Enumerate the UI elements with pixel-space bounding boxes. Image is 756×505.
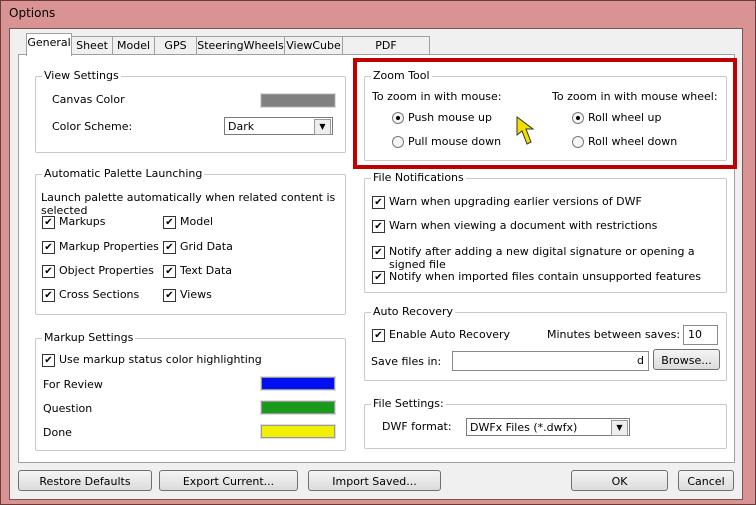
- checkbox-label: Markup Properties: [59, 240, 159, 253]
- checkbox[interactable]: ✔: [372, 196, 385, 209]
- checkbox[interactable]: ✔: [42, 241, 55, 254]
- checkbox-label: Notify when imported files contain unsup…: [389, 270, 701, 283]
- tab-sheet[interactable]: Sheet: [71, 36, 113, 55]
- cancel-button[interactable]: Cancel: [678, 470, 734, 491]
- minutes-label: Minutes between saves:: [547, 328, 681, 341]
- group-title: Automatic Palette Launching: [42, 167, 205, 180]
- group-title: Markup Settings: [42, 331, 136, 344]
- group-title: Auto Recovery: [371, 305, 456, 318]
- checkbox[interactable]: ✔: [372, 220, 385, 233]
- view-settings-group: View Settings Canvas Color Color Scheme:…: [35, 69, 346, 153]
- checkbox-label: Text Data: [180, 264, 233, 277]
- checkbox[interactable]: ✔: [372, 271, 385, 284]
- group-title: View Settings: [42, 69, 121, 82]
- canvas-color-swatch[interactable]: [260, 93, 336, 108]
- cursor-arrow-icon: [516, 116, 535, 145]
- checkbox-label: Cross Sections: [59, 288, 140, 301]
- group-title: File Settings:: [371, 397, 446, 410]
- palette-description: Launch palette automatically when relate…: [41, 191, 336, 217]
- tab-gps[interactable]: GPS: [154, 36, 197, 55]
- save-files-label: Save files in:: [371, 355, 442, 368]
- status-label-question: Question: [43, 402, 93, 415]
- tab-viewcube[interactable]: ViewCube: [284, 36, 343, 55]
- radio-label: Pull mouse down: [408, 135, 502, 148]
- export-current-button[interactable]: Export Current...: [159, 470, 298, 491]
- color-scheme-select[interactable]: Dark ▼: [224, 117, 333, 135]
- radio-label: Roll wheel up: [588, 111, 662, 124]
- radio-roll-wheel-up[interactable]: [572, 112, 584, 124]
- canvas-color-label: Canvas Color: [52, 93, 125, 106]
- radio-push-mouse-up[interactable]: [392, 112, 404, 124]
- checkbox-label: Views: [180, 288, 212, 301]
- checkbox[interactable]: ✔: [163, 216, 176, 229]
- radio-roll-wheel-down[interactable]: [572, 136, 584, 148]
- save-path-input[interactable]: d: [452, 351, 649, 371]
- radio-label: Roll wheel down: [588, 135, 678, 148]
- ok-button[interactable]: OK: [571, 470, 668, 491]
- checkbox-label: Warn when viewing a document with restri…: [389, 219, 658, 232]
- tab-steeringwheels[interactable]: SteeringWheels: [196, 36, 285, 55]
- color-scheme-label: Color Scheme:: [52, 120, 133, 133]
- enable-auto-recovery-label: Enable Auto Recovery: [389, 328, 511, 341]
- question-color-swatch[interactable]: [260, 400, 336, 415]
- done-color-swatch[interactable]: [260, 424, 336, 439]
- dwf-format-value: DWFx Files (*.dwfx): [470, 421, 578, 434]
- checkbox-label: Model: [180, 215, 214, 228]
- chevron-down-icon: ▼: [314, 119, 331, 135]
- checkbox-label: Grid Data: [180, 240, 233, 253]
- color-scheme-value: Dark: [228, 120, 255, 133]
- chevron-down-icon: ▼: [611, 420, 628, 436]
- markup-settings-group: Markup Settings ✔ Use markup status colo…: [35, 331, 346, 451]
- group-title: Zoom Tool: [371, 69, 432, 82]
- zoom-tool-group: Zoom Tool To zoom in with mouse: Push mo…: [364, 69, 727, 161]
- wheel-label: To zoom in with mouse wheel:: [552, 90, 718, 103]
- checkbox-label: Notify after adding a new digital signat…: [389, 245, 695, 271]
- status-color-checkbox[interactable]: ✔: [42, 354, 55, 367]
- checkbox[interactable]: ✔: [42, 265, 55, 278]
- checkbox-label: Warn when upgrading earlier versions of …: [389, 195, 642, 208]
- file-notifications-group: File Notifications ✔ Warn when upgrading …: [364, 171, 727, 293]
- radio-pull-mouse-down[interactable]: [392, 136, 404, 148]
- for-review-color-swatch[interactable]: [260, 376, 336, 391]
- browse-button[interactable]: Browse...: [653, 349, 720, 370]
- radio-label: Push mouse up: [408, 111, 492, 124]
- tab-pdf-conversion[interactable]: PDF Conversion: [342, 36, 430, 70]
- enable-auto-recovery-checkbox[interactable]: ✔: [372, 329, 385, 342]
- mouse-label: To zoom in with mouse:: [372, 90, 502, 103]
- dwf-format-select[interactable]: DWFx Files (*.dwfx) ▼: [466, 418, 630, 436]
- status-label-for-review: For Review: [43, 378, 103, 391]
- checkbox[interactable]: ✔: [372, 246, 385, 259]
- file-settings-group: File Settings: DWF format: DWFx Files (*…: [364, 397, 727, 449]
- import-saved-button[interactable]: Import Saved...: [308, 470, 441, 491]
- checkbox[interactable]: ✔: [163, 241, 176, 254]
- general-panel: View Settings Canvas Color Color Scheme:…: [18, 54, 737, 463]
- checkbox[interactable]: ✔: [163, 265, 176, 278]
- status-label-done: Done: [43, 426, 72, 439]
- status-color-label: Use markup status color highlighting: [59, 353, 262, 366]
- palette-group: Automatic Palette Launching Launch palet…: [35, 167, 346, 315]
- dwf-format-label: DWF format:: [382, 420, 452, 433]
- checkbox-label: Object Properties: [59, 264, 154, 277]
- checkbox[interactable]: ✔: [163, 289, 176, 302]
- tab-model[interactable]: Model: [112, 36, 155, 55]
- group-title: File Notifications: [371, 171, 466, 184]
- checkbox-label: Markups: [59, 215, 106, 228]
- checkbox[interactable]: ✔: [42, 289, 55, 302]
- minutes-input[interactable]: 10: [683, 325, 718, 345]
- tab-general[interactable]: General: [26, 33, 72, 56]
- auto-recovery-group: Auto Recovery ✔ Enable Auto Recovery Min…: [364, 305, 727, 381]
- checkbox[interactable]: ✔: [42, 216, 55, 229]
- window-title: Options: [9, 6, 56, 20]
- restore-defaults-button[interactable]: Restore Defaults: [18, 470, 152, 491]
